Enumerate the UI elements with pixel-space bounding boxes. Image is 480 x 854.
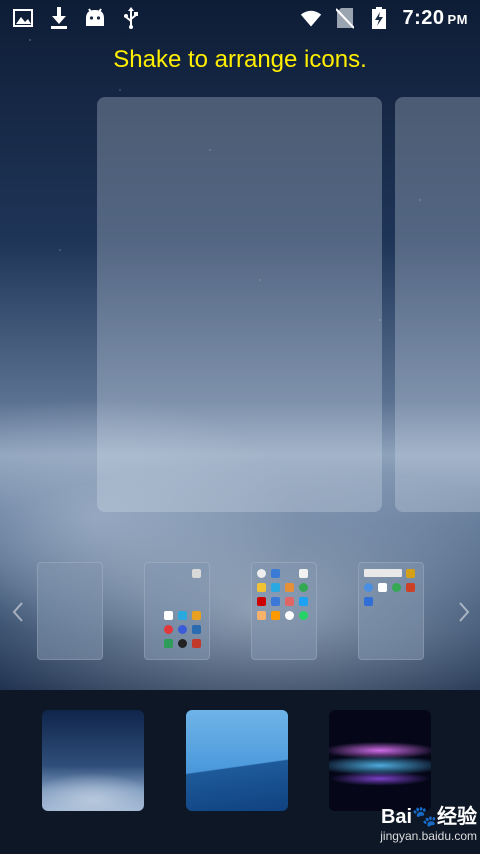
app-icon: [392, 583, 401, 592]
app-icon: [299, 597, 308, 606]
app-icon: [299, 583, 308, 592]
app-icon: [364, 583, 373, 592]
download-icon: [48, 7, 70, 29]
image-icon: [12, 7, 34, 29]
baidu-jingyan-watermark: Bai🐾经验 jingyan.baidu.com: [380, 806, 477, 843]
no-sim-icon: [334, 7, 356, 29]
app-icon: [299, 569, 308, 578]
app-icon: [192, 639, 201, 648]
app-icon: [406, 569, 415, 578]
current-home-page-preview[interactable]: [97, 97, 382, 512]
app-icon: [164, 639, 173, 648]
app-icon: [192, 611, 201, 620]
page-thumbnail-3[interactable]: [251, 562, 317, 660]
clock: 7:20 PM: [402, 6, 468, 29]
app-icon: [164, 625, 173, 634]
app-icon: [178, 611, 187, 620]
app-icon: [406, 583, 415, 592]
app-icon: [271, 611, 280, 620]
app-icon: [257, 611, 266, 620]
widget-bar: [364, 569, 402, 577]
shake-hint: Shake to arrange icons.: [113, 46, 367, 73]
app-icon: [299, 611, 308, 620]
app-icon: [178, 625, 187, 634]
app-icon: [285, 611, 294, 620]
app-icon: [192, 569, 201, 578]
app-icon: [271, 583, 280, 592]
page-thumbnail-1[interactable]: [37, 562, 103, 660]
status-bar: 7:20 PM: [0, 0, 480, 36]
wallpaper-option-3[interactable]: [329, 710, 431, 811]
wifi-icon: [300, 7, 322, 29]
page-thumbnail-4[interactable]: [358, 562, 424, 660]
wallpaper-option-2[interactable]: [186, 710, 288, 811]
app-icon: [164, 611, 173, 620]
app-icon: [285, 597, 294, 606]
wallpaper-option-1[interactable]: [42, 710, 144, 811]
android-icon: [84, 7, 106, 29]
app-icon: [257, 569, 266, 578]
chevron-left-icon[interactable]: [8, 597, 28, 627]
battery-charging-icon: [368, 7, 390, 29]
app-icon: [364, 597, 373, 606]
app-icon: [285, 583, 294, 592]
next-home-page-preview[interactable]: [395, 97, 480, 512]
app-icon: [257, 597, 266, 606]
app-icon: [271, 569, 280, 578]
app-icon: [178, 639, 187, 648]
usb-icon: [120, 7, 142, 29]
app-icon: [271, 597, 280, 606]
app-icon: [192, 625, 201, 634]
page-thumbnail-2[interactable]: [144, 562, 210, 660]
chevron-right-icon[interactable]: [454, 597, 474, 627]
app-icon: [378, 583, 387, 592]
app-icon: [257, 583, 266, 592]
